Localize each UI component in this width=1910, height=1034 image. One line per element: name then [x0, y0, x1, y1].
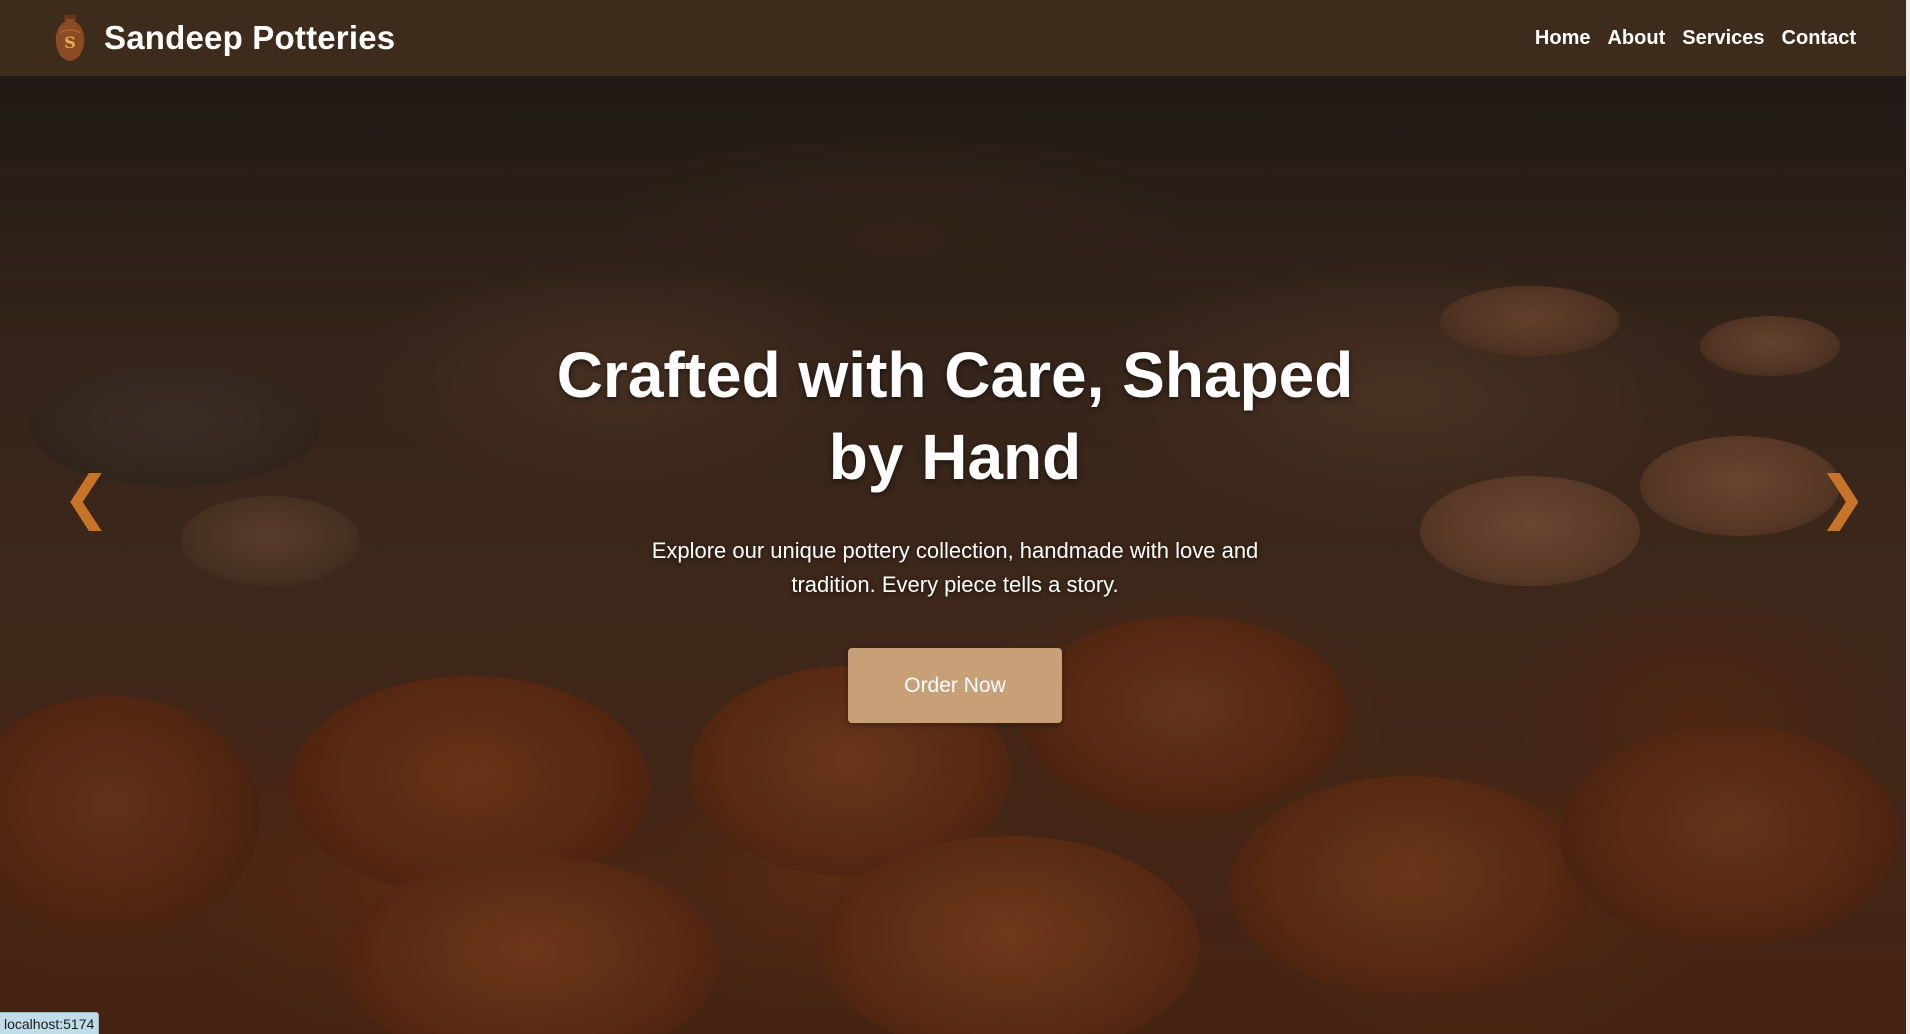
window-edge [1906, 0, 1910, 1034]
chevron-left-icon[interactable]: ❮ [56, 468, 117, 526]
navbar: S Sandeep Potteries Home About Services … [0, 0, 1910, 76]
brand-name[interactable]: Sandeep Potteries [104, 19, 395, 57]
vase-icon: S [55, 15, 85, 61]
main-nav: Home About Services Contact [1535, 27, 1856, 50]
order-now-button[interactable]: Order Now [848, 648, 1062, 723]
nav-about[interactable]: About [1607, 27, 1665, 50]
nav-services[interactable]: Services [1682, 27, 1764, 50]
chevron-right-icon[interactable]: ❯ [1812, 468, 1873, 526]
hero-subtitle: Explore our unique pottery collection, h… [651, 538, 1259, 597]
logo-letter: S [64, 33, 76, 52]
hero-title: Crafted with Care, Shaped by Hand [556, 339, 1354, 493]
hero-content: Crafted with Care, Shaped by Hand Explor… [0, 76, 1910, 1034]
nav-home[interactable]: Home [1535, 27, 1591, 50]
page: S Sandeep Potteries Home About Services … [0, 0, 1910, 1034]
hero-carousel: Crafted with Care, Shaped by Hand Explor… [0, 76, 1910, 1034]
nav-contact[interactable]: Contact [1782, 27, 1856, 50]
brand[interactable]: S Sandeep Potteries [52, 13, 395, 63]
status-bar-url: localhost:5174 [0, 1012, 100, 1034]
